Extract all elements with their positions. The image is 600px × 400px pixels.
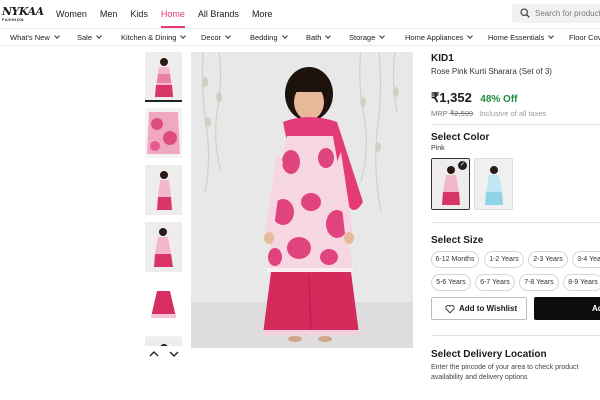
chevron-down-icon — [325, 33, 332, 39]
price-row: ₹1,352 48% Off — [431, 89, 600, 105]
thumbnail-3[interactable] — [145, 165, 182, 215]
thumbnail-image — [145, 279, 182, 329]
size-chip-2-3-years[interactable]: 2-3 Years — [528, 251, 568, 268]
category-label: Sale — [77, 33, 93, 42]
product-photo — [191, 52, 413, 348]
category-bar: What's New Sale Kitchen & Dining Decor B… — [0, 28, 600, 46]
category-floor-coverings[interactable]: Floor Cove — [569, 29, 600, 46]
thumbnail-image — [145, 222, 182, 272]
thumbnail-arrows — [148, 348, 182, 360]
size-chip-5-6-years[interactable]: 5-6 Years — [431, 274, 471, 291]
add-to-bag-button[interactable]: Ad — [534, 297, 600, 320]
thumbnail-4[interactable] — [145, 222, 182, 272]
category-label: Home Essentials — [488, 33, 545, 42]
tax-note: Inclusive of all taxes — [479, 109, 547, 118]
nav-home[interactable]: Home — [160, 0, 185, 28]
chevron-down-icon — [96, 33, 102, 39]
main-product-image[interactable] — [191, 52, 413, 348]
divider — [431, 335, 600, 336]
thumbnail-image — [145, 339, 182, 346]
size-chip-6-7-years[interactable]: 6-7 Years — [475, 274, 515, 291]
divider — [431, 124, 600, 125]
category-whats-new[interactable]: What's New — [10, 29, 60, 46]
product-info: KID1 Rose Pink Kurti Sharara (Set of 3) … — [431, 52, 600, 119]
search-icon — [520, 8, 530, 18]
category-label: Decor — [201, 33, 222, 42]
nav-all-brands[interactable]: All Brands — [198, 0, 239, 28]
category-home-essentials[interactable]: Home Essentials — [488, 29, 555, 46]
search-placeholder: Search for product — [535, 9, 600, 18]
chevron-down-icon — [467, 33, 474, 39]
nav-women[interactable]: Women — [56, 0, 87, 28]
thumbnail-6[interactable] — [145, 336, 182, 346]
category-label: Floor Cove — [569, 33, 600, 42]
thumbnail-image — [145, 165, 182, 215]
nav-men[interactable]: Men — [100, 0, 118, 28]
main-nav: Women Men Kids Home All Brands More — [56, 0, 285, 28]
category-sale[interactable]: Sale — [77, 29, 102, 46]
select-color-title: Select Color — [431, 132, 490, 143]
nav-kids[interactable]: Kids — [130, 0, 148, 28]
category-label: Bedding — [250, 33, 278, 42]
thumbnail-2[interactable] — [145, 108, 182, 158]
size-chip-3-4-years[interactable]: 3-4 Years — [572, 251, 600, 268]
thumbnail-image — [145, 108, 182, 158]
top-header: NYKAA FASHION Women Men Kids Home All Br… — [0, 0, 600, 28]
chevron-down-icon[interactable] — [168, 348, 180, 360]
delivery-location-title: Select Delivery Location — [431, 349, 547, 360]
chevron-down-icon — [281, 33, 288, 39]
divider — [431, 222, 600, 223]
category-label: Bath — [306, 33, 322, 42]
category-label: Kitchen & Dining — [121, 33, 177, 42]
category-label: Storage — [349, 33, 376, 42]
category-bedding[interactable]: Bedding — [250, 29, 288, 46]
thumbnail-1[interactable] — [145, 52, 182, 102]
nav-more[interactable]: More — [252, 0, 273, 28]
thumbnail-5[interactable] — [145, 279, 182, 329]
mrp-row: MRP ₹2,599 Inclusive of all taxes — [431, 108, 600, 119]
mrp-price: ₹2,599 — [449, 109, 474, 118]
check-icon: ✓ — [458, 161, 467, 170]
size-chip-1-2-years[interactable]: 1-2 Years — [484, 251, 524, 268]
chevron-down-icon — [53, 33, 60, 39]
add-to-wishlist-button[interactable]: Add to Wishlist — [431, 297, 527, 320]
swatch-image — [475, 159, 512, 209]
thumbnail-image — [145, 52, 182, 100]
color-swatch-pink[interactable]: ✓ — [431, 158, 470, 210]
size-chip-7-8-years[interactable]: 7-8 Years — [519, 274, 559, 291]
size-chip-8-9-years[interactable]: 8-9 Years — [563, 274, 600, 291]
category-storage[interactable]: Storage — [349, 29, 386, 46]
brand-name[interactable]: KID1 — [431, 52, 600, 65]
select-size-title: Select Size — [431, 235, 484, 246]
category-bath[interactable]: Bath — [306, 29, 332, 46]
nykaa-fashion-logo[interactable]: NYKAA FASHION — [2, 5, 44, 24]
mrp-label: MRP — [431, 109, 448, 118]
size-chip-6-12-months[interactable]: 6-12 Months — [431, 251, 479, 268]
selected-color-label: Pink — [431, 145, 445, 152]
chevron-up-icon[interactable] — [148, 348, 160, 360]
product-title: Rose Pink Kurti Sharara (Set of 3) — [431, 67, 552, 76]
selling-price: ₹1,352 — [431, 90, 472, 105]
heart-icon — [445, 305, 455, 314]
category-decor[interactable]: Decor — [201, 29, 231, 46]
bag-label: Ad — [592, 304, 600, 313]
chevron-down-icon — [379, 33, 386, 39]
category-label: What's New — [10, 33, 50, 42]
wishlist-label: Add to Wishlist — [459, 304, 518, 313]
delivery-description: Enter the pincode of your area to check … — [431, 364, 579, 381]
category-home-appliances[interactable]: Home Appliances — [405, 29, 474, 46]
chevron-down-icon — [180, 33, 187, 39]
logo-wordmark: NYKAA — [2, 5, 44, 18]
discount-badge: 48% Off — [480, 94, 518, 105]
category-kitchen-dining[interactable]: Kitchen & Dining — [121, 29, 187, 46]
color-swatch-blue[interactable] — [474, 158, 513, 210]
category-label: Home Appliances — [405, 33, 464, 42]
chevron-down-icon — [225, 33, 231, 39]
search-input[interactable]: Search for product — [512, 4, 600, 23]
chevron-down-icon — [548, 33, 555, 39]
